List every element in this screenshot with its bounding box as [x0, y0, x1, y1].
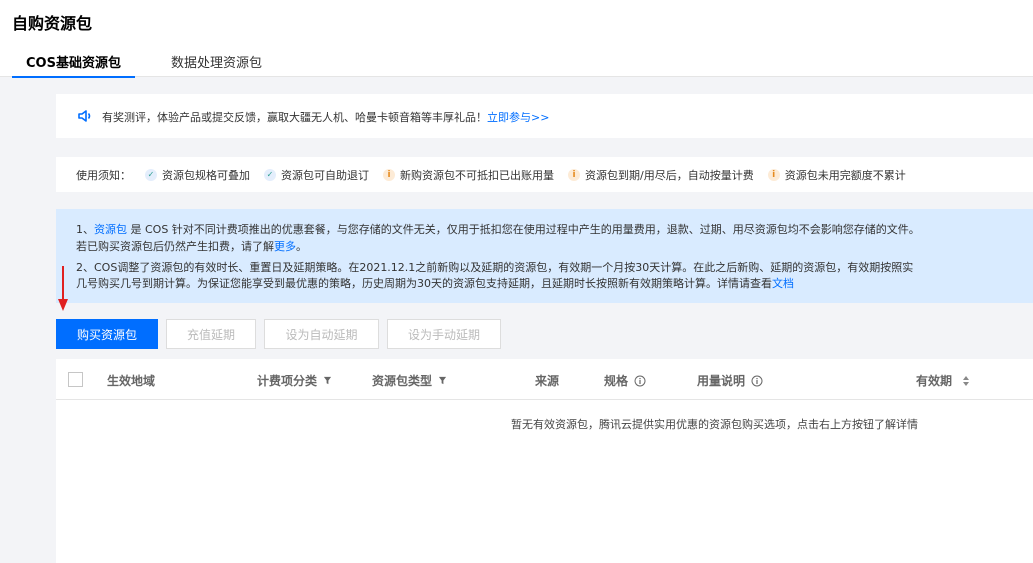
column-billing-category[interactable]: 计费项分类	[257, 372, 332, 389]
info-line-2: 若已购买资源包后仍然产生扣费，请了解更多。	[76, 240, 307, 253]
notice-item-text: 资源包规格可叠加	[162, 169, 250, 182]
announcement-text: 有奖测评，体验产品或提交反馈，赢取大疆无人机、哈曼卡顿音箱等丰厚礼品！立即参与>…	[102, 109, 549, 125]
column-region: 生效地域	[107, 374, 156, 388]
resource-pack-table: 生效地域 计费项分类 资源包类型 来源 规格 用量说明 有效期 暂无有效资源包，…	[56, 359, 1033, 563]
tab-bar: COS基础资源包 数据处理资源包	[12, 52, 276, 78]
sort-icon[interactable]	[962, 375, 970, 386]
more-link[interactable]: 更多	[274, 240, 296, 253]
set-manual-renew-button[interactable]: 设为手动延期	[387, 319, 501, 349]
notice-item-text: 资源包到期/用尽后，自动按量计费	[585, 169, 754, 182]
notice-item: ✓ 资源包规格可叠加	[145, 167, 250, 183]
check-icon: ✓	[145, 169, 157, 181]
speaker-icon	[78, 110, 91, 122]
notice-item-text: 资源包可自助退订	[281, 169, 369, 182]
info-circle-icon[interactable]	[751, 375, 763, 387]
docs-link[interactable]: 文档	[772, 277, 794, 290]
notice-label: 使用须知：	[76, 169, 131, 182]
usage-notice: 使用须知： ✓ 资源包规格可叠加 ✓ 资源包可自助退订 i 新购资源包不可抵扣已出账用…	[56, 157, 1033, 192]
info-panel: 1、资源包 是 COS 针对不同计费项推出的优惠套餐，与您存储的文件无关，仅用于…	[56, 209, 1033, 303]
announcement-bar: 有奖测评，体验产品或提交反馈，赢取大疆无人机、哈曼卡顿音箱等丰厚礼品！立即参与>…	[56, 94, 1033, 138]
red-arrow-annotation	[58, 266, 68, 311]
column-spec: 规格	[604, 372, 646, 389]
info-line-1: 1、资源包 是 COS 针对不同计费项推出的优惠套餐，与您存储的文件无关，仅用于…	[76, 223, 920, 236]
notice-item-text: 新购资源包不可抵扣已出账用量	[400, 169, 554, 182]
page-title: 自购资源包	[12, 14, 93, 33]
announcement-message: 有奖测评，体验产品或提交反馈，赢取大疆无人机、哈曼卡顿音箱等丰厚礼品！	[102, 111, 487, 124]
info-icon: i	[568, 169, 580, 181]
notice-item: i 新购资源包不可抵扣已出账用量	[383, 167, 554, 183]
check-icon: ✓	[264, 169, 276, 181]
buy-resource-pack-button[interactable]: 购买资源包	[56, 319, 158, 349]
info-icon: i	[383, 169, 395, 181]
filter-icon[interactable]	[323, 376, 332, 385]
set-auto-renew-button[interactable]: 设为自动延期	[264, 319, 379, 349]
filter-icon[interactable]	[438, 376, 447, 385]
notice-item: i 资源包未用完额度不累计	[767, 167, 906, 183]
notice-item-text: 资源包未用完额度不累计	[784, 169, 906, 182]
column-source: 来源	[535, 374, 560, 388]
tab-cos-basic[interactable]: COS基础资源包	[12, 52, 135, 78]
column-pack-type[interactable]: 资源包类型	[372, 372, 447, 389]
resource-pack-link[interactable]: 资源包	[94, 223, 127, 236]
notice-item: i 资源包到期/用尽后，自动按量计费	[568, 167, 754, 183]
column-usage-description: 用量说明	[697, 372, 763, 389]
join-now-link[interactable]: 立即参与>>	[487, 111, 549, 124]
empty-state-text: 暂无有效资源包，腾讯云提供实用优惠的资源包购买选项，点击右上方按钮了解详情	[511, 418, 918, 431]
notice-item: ✓ 资源包可自助退订	[264, 167, 369, 183]
renew-button[interactable]: 充值延期	[166, 319, 256, 349]
info-icon: i	[767, 169, 780, 181]
table-header: 生效地域 计费项分类 资源包类型 来源 规格 用量说明 有效期	[56, 359, 1033, 400]
page-header: 自购资源包 COS基础资源包 数据处理资源包	[0, 0, 1033, 78]
column-validity[interactable]: 有效期	[916, 372, 970, 389]
tab-data-processing[interactable]: 数据处理资源包	[157, 52, 276, 77]
info-line-4: 几号购买几号到期计算。为保证您能享受到最优惠的策略，历史周期为30天的资源包支持…	[76, 277, 794, 290]
info-line-3: 2、COS调整了资源包的有效时长、重置日及延期策略。在2021.12.1之前新购…	[76, 261, 914, 274]
select-all-checkbox[interactable]	[68, 372, 83, 387]
info-circle-icon[interactable]	[634, 375, 646, 387]
